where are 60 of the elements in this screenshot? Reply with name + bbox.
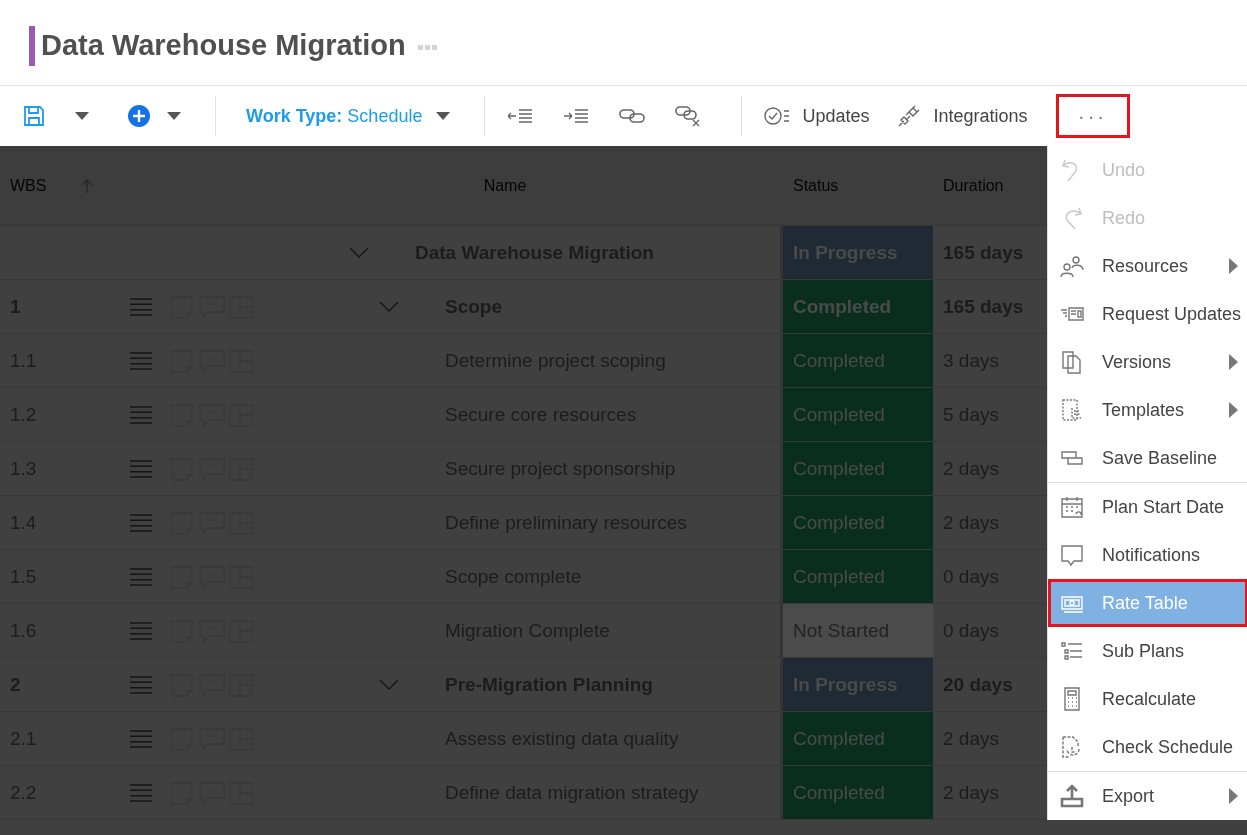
outdent-icon[interactable] [507,108,534,124]
template-icon [1060,398,1084,422]
menu-icon[interactable] [130,567,152,586]
title-accent [29,25,35,66]
menu-icon[interactable] [130,459,152,478]
plug-icon [897,104,922,128]
menu-item[interactable]: Save Baseline [1048,434,1247,482]
save-icon[interactable] [23,105,45,127]
add-icon[interactable] [127,104,151,128]
menu-item[interactable]: Sub Plans [1048,627,1247,675]
caret-icon[interactable] [167,112,181,120]
menu-icon[interactable] [130,675,152,694]
menu-icon[interactable] [130,351,152,370]
speech-bubble-icon [1060,543,1084,567]
menu-item[interactable]: Plan Start Date [1048,483,1247,531]
people-icon [1060,254,1084,278]
status-cell: Completed [783,442,933,495]
menu-item[interactable]: Notifications [1048,531,1247,579]
menu-icon[interactable] [130,729,152,748]
status-cell: Completed [783,388,933,441]
more-icon[interactable] [417,44,438,51]
chevron-icon[interactable] [379,678,399,691]
menu-item[interactable]: Templates [1048,386,1247,434]
updates-button[interactable]: Updates [764,105,870,127]
check-list-icon [764,106,791,126]
menu-item[interactable]: Recalculate [1048,675,1247,723]
caret-icon[interactable] [75,112,89,120]
status-cell: Completed [783,496,933,549]
more-button[interactable]: ··· [1055,94,1130,138]
page-title: Data Warehouse Migration [41,29,406,62]
status-cell: Completed [783,280,933,333]
menu-item[interactable]: Resources [1048,242,1247,290]
submenu-arrow-icon [1229,402,1238,418]
unlink-icon[interactable] [675,105,702,127]
menu-icon[interactable] [130,405,152,424]
menu-icon[interactable] [130,513,152,532]
link-icon[interactable] [619,107,646,125]
menu-item[interactable]: Check Schedule [1048,723,1247,771]
status-cell: Completed [783,334,933,387]
indent-icon[interactable] [563,108,590,124]
chevron-icon[interactable] [349,246,369,259]
chevron-icon[interactable] [379,300,399,313]
status-cell: Completed [783,766,933,819]
menu-item[interactable]: Request Updates [1048,290,1247,338]
calendar-icon [1060,495,1084,519]
status-cell: Completed [783,712,933,765]
menu-item[interactable]: Versions [1048,338,1247,386]
caret-icon[interactable] [436,112,451,120]
menu-icon[interactable] [130,297,152,316]
pages-icon [1060,350,1084,374]
menu-icon[interactable] [130,621,152,640]
list-icon [1060,639,1084,663]
menu-item[interactable]: Export [1048,772,1247,820]
submenu-arrow-icon [1229,258,1238,274]
submenu-arrow-icon [1229,354,1238,370]
upload-icon [1060,784,1084,808]
status-cell: Completed [783,550,933,603]
submenu-arrow-icon [1229,788,1238,804]
menu-icon[interactable] [130,783,152,802]
integrations-button[interactable]: Integrations [897,104,1028,128]
